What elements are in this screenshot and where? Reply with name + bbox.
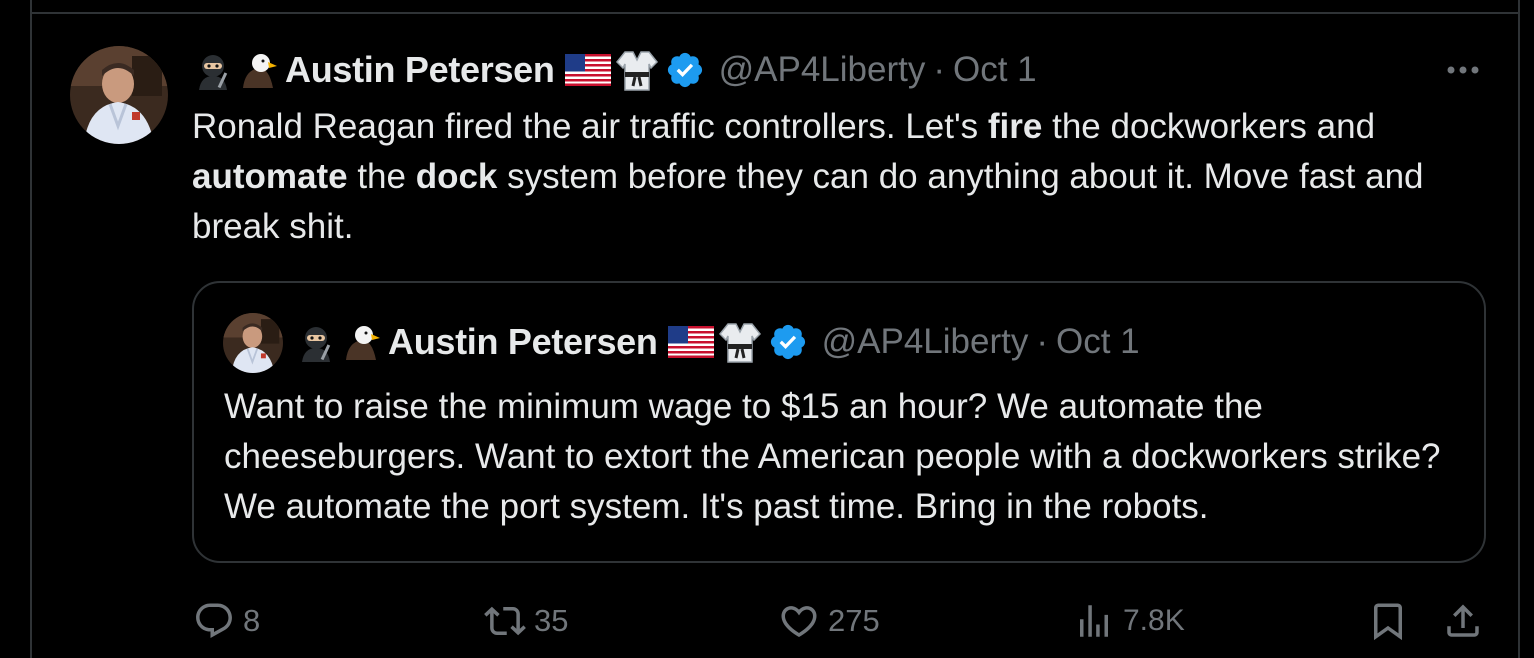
author-handle[interactable]: @AP4Liberty: [719, 50, 926, 90]
reply-count: 8: [243, 603, 261, 638]
ninja-icon: [193, 50, 233, 90]
tweet-text-bold: dock: [415, 157, 498, 196]
tweet-text: Ronald Reagan fired the air traffic cont…: [192, 102, 1492, 252]
quoted-author-name[interactable]: Austin Petersen: [388, 321, 658, 363]
martial-arts-uniform-icon: [718, 320, 762, 364]
views-button[interactable]: 7.8K: [1073, 596, 1185, 646]
views-count: 7.8K: [1123, 604, 1185, 637]
quoted-tweet-header: Austin Petersen @AP4Liberty · Oct 1: [296, 318, 1140, 366]
us-flag-icon: [667, 326, 714, 358]
eagle-icon: [342, 322, 382, 362]
tweet-action-bar: 8 35 275 7.8K: [0, 596, 1534, 646]
tweet-text-bold: fire: [987, 107, 1043, 146]
like-count: 275: [828, 603, 880, 638]
heart-icon: [781, 606, 817, 638]
reply-button[interactable]: 8: [193, 596, 260, 646]
tweet-text-bold: automate: [192, 157, 348, 196]
like-button[interactable]: 275: [778, 596, 880, 646]
bookmark-icon: [1374, 603, 1402, 641]
separator-dot: ·: [1036, 322, 1048, 361]
tweet-text-part: Ronald Reagan fired the air traffic cont…: [192, 107, 988, 146]
repost-icon: [484, 606, 526, 636]
author-avatar[interactable]: [70, 46, 168, 144]
tweet-date[interactable]: Oct 1: [953, 50, 1037, 90]
repost-button[interactable]: 35: [484, 596, 568, 646]
tweet-text-part: the: [347, 157, 416, 196]
share-icon: [1447, 604, 1479, 637]
views-icon: [1080, 605, 1108, 637]
separator-dot: ·: [933, 50, 945, 89]
quoted-author-handle[interactable]: @AP4Liberty: [822, 322, 1029, 362]
eagle-icon: [239, 50, 279, 90]
quoted-author-avatar[interactable]: [223, 313, 283, 373]
martial-arts-uniform-icon: [615, 48, 659, 92]
reply-icon: [196, 603, 232, 638]
previous-tweet-frame: [30, 0, 1520, 14]
quoted-tweet-date[interactable]: Oct 1: [1056, 322, 1140, 362]
repost-count: 35: [534, 603, 569, 638]
share-button[interactable]: [1442, 596, 1484, 646]
tweet-text-part: the dockworkers and: [1042, 107, 1376, 146]
tweet-header: Austin Petersen @AP4Liberty · Oct 1: [193, 46, 1037, 94]
author-name[interactable]: Austin Petersen: [285, 49, 555, 91]
verified-badge-icon: [768, 322, 808, 362]
bookmark-button[interactable]: [1367, 596, 1409, 646]
quoted-tweet-text: Want to raise the minimum wage to $15 an…: [224, 387, 1441, 526]
more-options-icon[interactable]: [1440, 52, 1486, 88]
verified-badge-icon: [665, 50, 705, 90]
ninja-icon: [296, 322, 336, 362]
us-flag-icon: [564, 54, 611, 86]
